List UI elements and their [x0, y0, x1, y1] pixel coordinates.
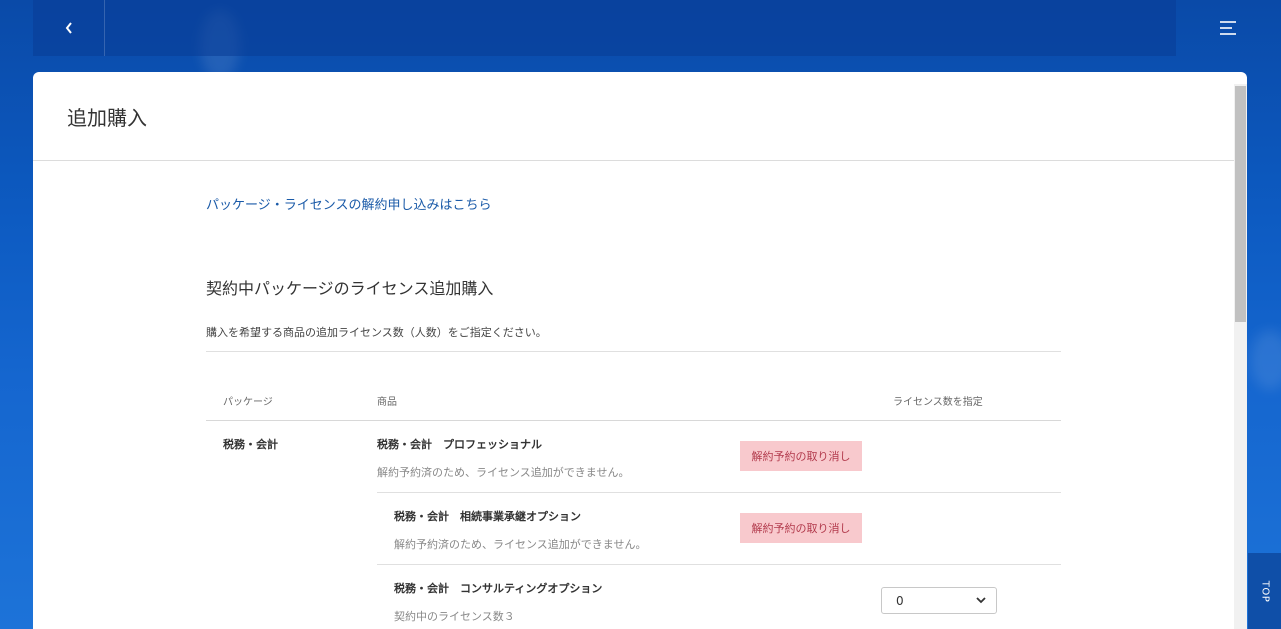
main-card: 追加購入 パッケージ・ライセンスの解約申し込みはこちら 契約中パッケージのライセ… [33, 72, 1247, 629]
top-navigation-bar [33, 0, 1176, 56]
product-row: 税務・会計 プロフェッショナル 解約予約済のため、ライセンス追加ができません。 [377, 436, 629, 480]
top-link-label: TOP [1258, 580, 1270, 602]
table-header-divider [206, 420, 1061, 421]
row-divider [377, 564, 1061, 565]
divider [206, 351, 1061, 352]
page-title: 追加購入 [67, 105, 147, 130]
select-value: 0 [896, 593, 904, 608]
back-button[interactable] [33, 0, 105, 56]
section-title: 契約中パッケージのライセンス追加購入 [206, 279, 494, 298]
scrollbar-thumb[interactable] [1235, 86, 1246, 322]
card-header: 追加購入 [33, 72, 1247, 161]
product-name: 税務・会計 プロフェッショナル [377, 438, 542, 451]
license-count-select[interactable]: 0 [881, 587, 997, 614]
background-cloud [1250, 330, 1281, 390]
product-row: 税務・会計 相続事業承継オプション 解約予約済のため、ライセンス追加ができません… [394, 508, 646, 552]
license-cancel-link[interactable]: パッケージ・ライセンスの解約申し込みはこちら [206, 194, 491, 213]
menu-icon [1220, 21, 1236, 35]
back-to-top-button[interactable]: TOP [1248, 553, 1281, 629]
product-name: 税務・会計 コンサルティングオプション [394, 582, 603, 595]
package-name: 税務・会計 [223, 438, 278, 451]
product-row: 税務・会計 コンサルティングオプション 契約中のライセンス数３ [394, 580, 602, 624]
cancel-reservation-button[interactable]: 解約予約の取り消し [740, 441, 862, 471]
license-count: 契約中のライセンス数３ [394, 610, 515, 623]
product-note: 解約予約済のため、ライセンス追加ができません。 [377, 466, 630, 479]
scrollbar[interactable] [1234, 84, 1247, 629]
column-header-license: ライセンス数を指定 [893, 397, 983, 408]
column-header-product: 商品 [377, 397, 397, 408]
product-name: 税務・会計 相続事業承継オプション [394, 510, 581, 523]
chevron-down-icon [976, 597, 986, 604]
column-header-package: パッケージ [223, 397, 273, 408]
menu-button[interactable] [1214, 16, 1242, 40]
chevron-left-icon [65, 22, 72, 34]
section-description: 購入を希望する商品の追加ライセンス数（人数）をご指定ください。 [206, 326, 547, 339]
product-note: 解約予約済のため、ライセンス追加ができません。 [394, 538, 647, 551]
cancel-reservation-button[interactable]: 解約予約の取り消し [740, 513, 862, 543]
row-divider [377, 492, 1061, 493]
